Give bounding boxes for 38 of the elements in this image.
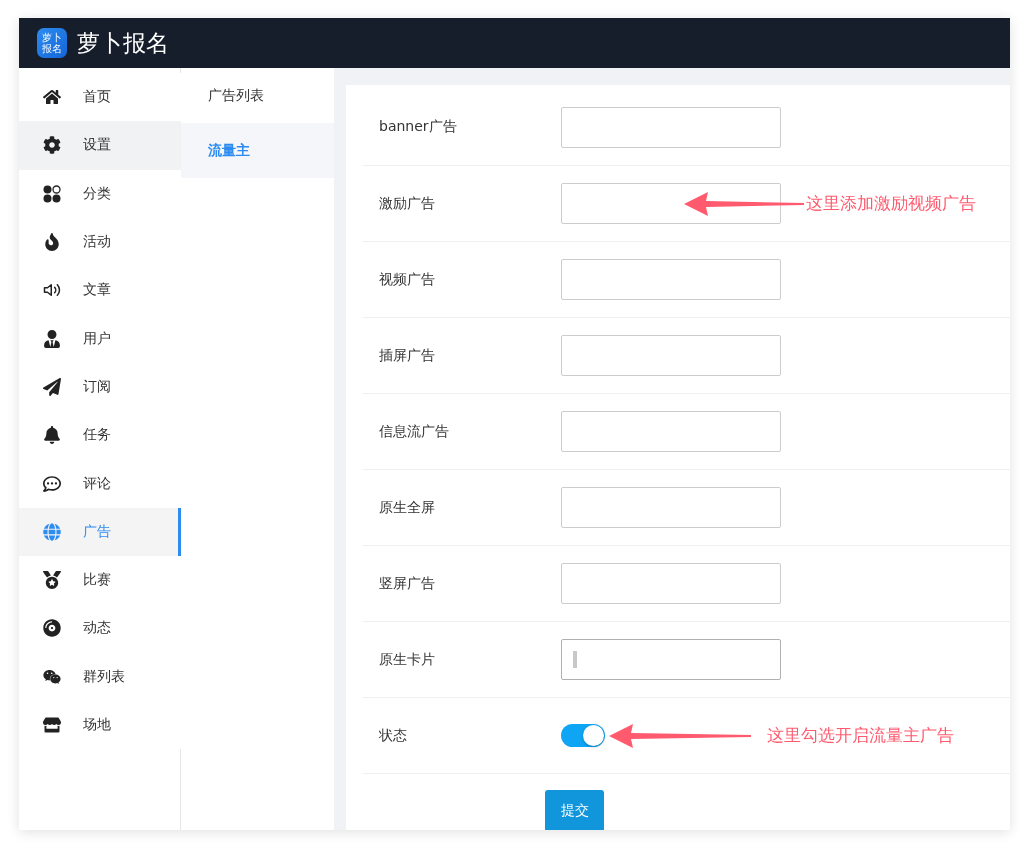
text-field[interactable]	[561, 335, 781, 376]
arrow-icon	[684, 190, 804, 217]
field-label: banner广告	[379, 118, 458, 136]
field-label: 原生全屏	[379, 498, 436, 517]
field-label: 信息流广告	[379, 422, 450, 441]
settings-icon	[43, 136, 61, 155]
text-field[interactable]	[561, 411, 781, 452]
text-field[interactable]	[561, 183, 781, 224]
app-logo: 萝卜报名	[37, 28, 67, 58]
field-label: 竖屏广告	[379, 574, 436, 593]
annotation-text: 这里添加激励视频广告	[806, 192, 976, 215]
globe-icon	[43, 522, 61, 541]
arrow-icon	[609, 722, 751, 749]
speech-bubble-icon	[43, 474, 61, 493]
sidebar-item[interactable]: 设置	[19, 121, 181, 170]
text-cursor	[573, 651, 577, 668]
medal-icon	[43, 571, 61, 590]
bell-icon	[43, 426, 61, 445]
flame-icon	[43, 233, 61, 252]
annotation-text: 这里勾选开启流量主广告	[767, 724, 954, 747]
chat-bubbles-icon	[43, 667, 61, 686]
storefront-icon	[43, 716, 61, 734]
text-field[interactable]	[561, 106, 781, 148]
text-field[interactable]	[561, 563, 781, 604]
app-title: 萝卜报名	[77, 28, 169, 58]
field-label: 激励广告	[379, 194, 436, 213]
text-field[interactable]	[561, 259, 781, 300]
text-field[interactable]	[561, 487, 781, 528]
field-label: 原生卡片	[379, 650, 436, 669]
home-icon	[43, 88, 61, 107]
field-label: 插屏广告	[379, 346, 436, 365]
toggle-switch[interactable]	[561, 724, 605, 747]
field-label: 视频广告	[379, 270, 436, 289]
field-label: 状态	[379, 726, 408, 745]
grid-icon	[43, 184, 61, 203]
text-field[interactable]	[561, 639, 781, 680]
user-icon	[43, 329, 61, 348]
paper-plane-icon	[43, 377, 61, 396]
